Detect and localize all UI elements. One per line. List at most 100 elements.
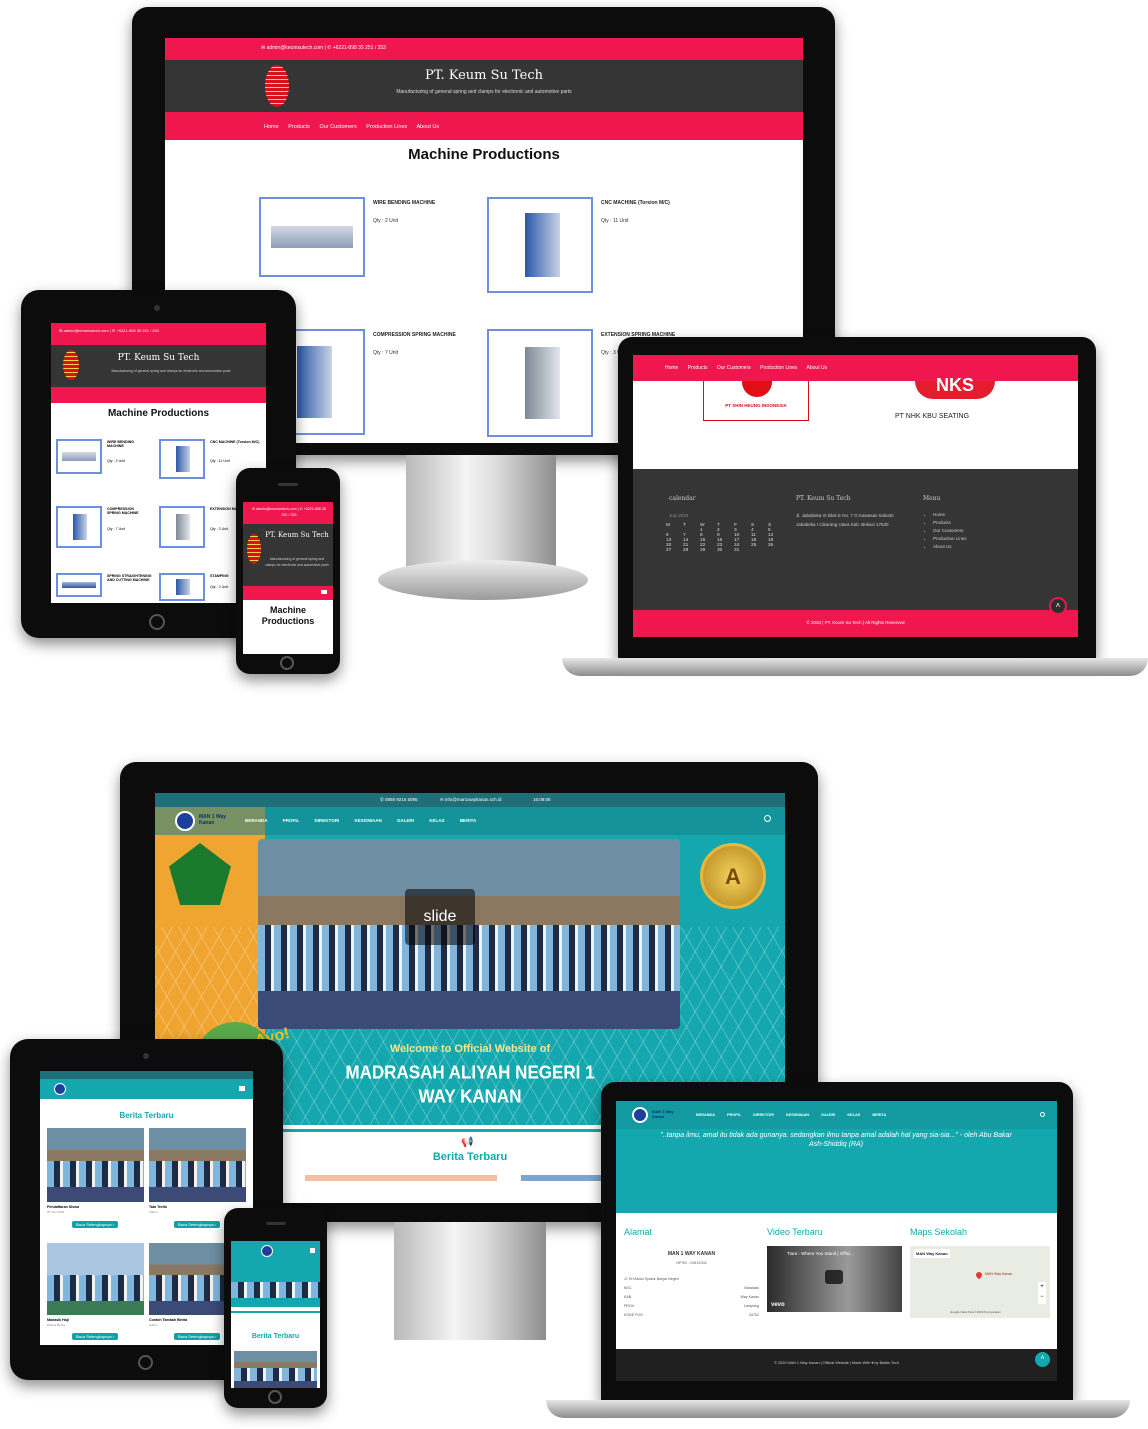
nav-beranda[interactable]: BERANDA [696, 1113, 715, 1117]
nav-galeri[interactable]: GALERI [821, 1113, 835, 1117]
company-tagline: Manufacturing of general spring and clam… [396, 89, 572, 95]
news-photo[interactable] [47, 1243, 144, 1315]
main-nav: BERANDA PROFIL DIREKTORI KESISWAAN GALER… [245, 818, 476, 823]
nav-about[interactable]: About Us [807, 365, 828, 371]
nav-profil[interactable]: PROFIL [283, 818, 300, 823]
address-title: Alamat [624, 1227, 653, 1237]
copyright: © 2020 | PT. Keum Su Tech | All Rights R… [806, 620, 905, 625]
tablet-home-button[interactable] [138, 1355, 153, 1370]
read-more-button[interactable]: Baca Selengkapnya › [174, 1333, 220, 1340]
school-logo[interactable] [54, 1083, 66, 1095]
phone-1: ✉ admin@keumsutech.com | ✆ +6221-898 35 … [236, 468, 340, 674]
footer-menu-products[interactable]: Products [933, 519, 967, 527]
news-photo[interactable] [47, 1128, 144, 1202]
laptop-screen-2: MAN 1 Way Kanan BERANDA PROFIL DIREKTORI… [616, 1101, 1057, 1381]
school-logo[interactable] [261, 1245, 273, 1257]
nav-direktori[interactable]: DIREKTORI [753, 1113, 774, 1117]
phone-hero-slide[interactable] [231, 1261, 320, 1307]
scroll-top-button[interactable]: ˄ [1049, 597, 1067, 615]
product-name[interactable]: CNC MACHINE (Torsion M/C) [210, 440, 262, 444]
scroll-top-button[interactable]: ˄ [1035, 1352, 1050, 1367]
nav-kesiswaan[interactable]: KESISWAAN [786, 1113, 809, 1117]
nav-products[interactable]: Products [288, 124, 310, 130]
product-image-cnc[interactable] [487, 197, 593, 293]
nav-kelas[interactable]: KELAS [847, 1113, 860, 1117]
nav-direktori[interactable]: DIREKTORI [315, 818, 340, 823]
product-image[interactable] [159, 506, 205, 548]
nav-home[interactable]: Home [665, 365, 678, 371]
nav-profil[interactable]: PROFIL [727, 1113, 741, 1117]
topbar-time: 16:08:06 [533, 797, 551, 802]
product-image[interactable] [56, 439, 102, 474]
product-image[interactable] [56, 573, 102, 597]
product-qty: Qty : 2 Unit [210, 585, 228, 589]
video-player[interactable]: Tiara - Where You Stand | Offici... vevo [767, 1246, 902, 1312]
product-name[interactable]: CNC MACHINE (Torsion M/C) [601, 200, 670, 206]
monitor-stand-1 [406, 455, 556, 573]
nav-kelas[interactable]: KELAS [429, 818, 444, 823]
nav-production-lines[interactable]: Production Lines [366, 124, 407, 130]
nav-beranda[interactable]: BERANDA [245, 818, 268, 823]
tablet-nav [40, 1079, 253, 1099]
phone-home-button[interactable] [268, 1390, 282, 1404]
product-name[interactable]: SPRING STRAIGHTENING AND CUTTING MACHINE [107, 574, 155, 582]
customer-logo-right: NKS [915, 375, 995, 399]
menu-toggle-icon[interactable] [310, 1248, 315, 1253]
map-zoom-control[interactable]: + − [1038, 1282, 1046, 1304]
tablet-home-button[interactable] [149, 614, 165, 630]
map-place: MAN Way Kanan [914, 1249, 950, 1258]
product-name[interactable]: COMPRESSION SPRING MACHINE [107, 507, 147, 515]
nav-kesiswaan[interactable]: KESISWAAN [354, 818, 381, 823]
nav-customers[interactable]: Our Customers [717, 365, 751, 371]
product-image[interactable] [159, 573, 205, 601]
customer-name: PT NHK KBU SEATING [895, 413, 970, 420]
product-image-extension[interactable] [487, 329, 593, 437]
footer-menu-customers[interactable]: Our Customers [933, 527, 967, 535]
nav-production-lines[interactable]: Production Lines [760, 365, 797, 371]
nav-galeri[interactable]: GALERI [397, 818, 414, 823]
phone-home-button[interactable] [280, 656, 294, 670]
news-item-title[interactable]: Tata Tertib [149, 1205, 167, 1209]
search-icon[interactable] [1040, 1112, 1045, 1117]
product-image[interactable] [159, 439, 205, 479]
school-map[interactable]: MAN Way Kanan MAN Way Kanan + − Google Da… [910, 1246, 1050, 1318]
topbar-email: ✉ info@man1waykanan.sch.id [440, 797, 502, 802]
school-topbar: ✆ 0858 9215 5095 ✉ info@man1waykanan.sch… [155, 793, 785, 807]
contact-bar: ✉ admin@keumsutech.com | ✆ +6221-898 35 … [165, 38, 803, 60]
customer-name: PT SHIN HEUNG INDONESIA [725, 403, 787, 408]
menu-toggle-icon[interactable] [239, 1086, 245, 1091]
footer-menu-home[interactable]: Home [933, 511, 967, 519]
footer-menu-production-lines[interactable]: Production Lines [933, 535, 967, 543]
nav-berita[interactable]: BERITA [460, 818, 476, 823]
nav-home[interactable]: Home [264, 124, 279, 130]
news-photo[interactable] [234, 1351, 317, 1388]
read-more-button[interactable]: Baca Selengkapnya › [72, 1333, 118, 1340]
megaphone-icon: 📢 [461, 1137, 474, 1148]
page-title: Machine Productions [408, 146, 560, 163]
news-photo[interactable] [149, 1128, 246, 1202]
search-icon[interactable] [764, 815, 771, 822]
school-logo[interactable] [175, 811, 195, 831]
product-image[interactable] [56, 506, 102, 548]
news-item-title[interactable]: Manasik Haji [47, 1318, 69, 1322]
nav-products[interactable]: Products [688, 365, 708, 371]
product-image-wire-bending[interactable] [259, 197, 365, 277]
product-name[interactable]: WIRE BENDING MACHINE [107, 440, 147, 448]
slide-label: slide [405, 889, 475, 945]
nav-berita[interactable]: BERITA [872, 1113, 886, 1117]
tablet-camera [143, 1053, 149, 1059]
laptop-1: Home Products Our Customers Production L… [618, 337, 1096, 659]
news-item-title[interactable]: Pendaftaran Siswa [47, 1205, 79, 1209]
product-name[interactable]: COMPRESSION SPRING MACHINE [373, 332, 456, 338]
news-item-title[interactable]: Contoh Tambah Berita [149, 1318, 187, 1322]
play-icon[interactable] [825, 1270, 843, 1284]
read-more-button[interactable]: Baca Selengkapnya › [174, 1221, 220, 1228]
nav-about[interactable]: About Us [417, 124, 440, 130]
menu-toggle-icon[interactable] [321, 590, 327, 594]
nav-customers[interactable]: Our Customers [319, 124, 356, 130]
read-more-button[interactable]: Baca Selengkapnya › [72, 1221, 118, 1228]
product-name[interactable]: WIRE BENDING MACHINE [373, 200, 435, 206]
school-logo[interactable] [632, 1107, 648, 1123]
footer-menu-about[interactable]: About Us [933, 543, 967, 551]
address-text: Jl. Jababeka IX Blok E No. 7 G Kawasan I… [796, 513, 894, 527]
